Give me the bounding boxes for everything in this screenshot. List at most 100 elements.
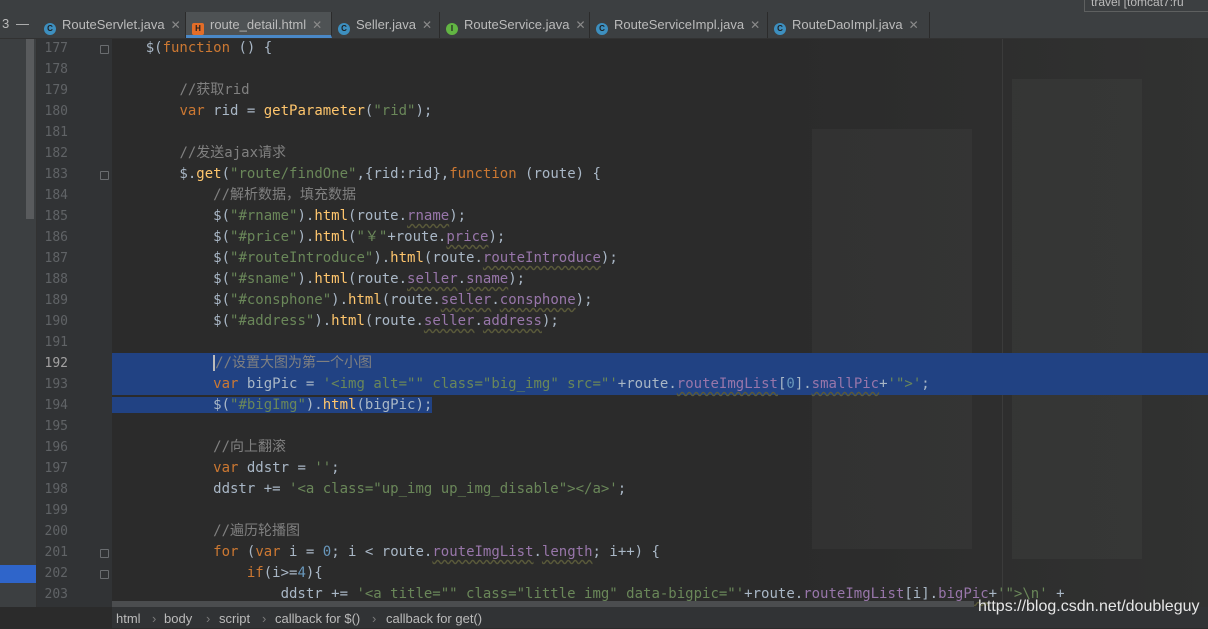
fold-icon[interactable] <box>100 45 109 54</box>
line-number: 201 <box>44 545 68 560</box>
panel-scrollbar[interactable] <box>26 39 34 219</box>
run-configuration-selector[interactable]: travel [tomcat7:ru <box>1084 0 1208 12</box>
breadcrumb-item[interactable]: callback for get() <box>386 608 482 629</box>
line-number: 184 <box>44 188 68 203</box>
tab-routeservice[interactable]: I RouteService.java ✕ <box>440 12 590 38</box>
code-line: $("#price").html("￥"+route.price); <box>112 229 506 245</box>
line-number: 199 <box>44 503 68 518</box>
tab-routeserviceimpl[interactable]: C RouteServiceImpl.java ✕ <box>590 12 768 38</box>
line-number: 188 <box>44 272 68 287</box>
code-line: var bigPic = '<img alt="" class="big_img… <box>112 374 1208 395</box>
tab-label: RouteServiceImpl.java <box>614 17 745 32</box>
hide-icon[interactable]: — <box>16 16 29 31</box>
close-icon[interactable]: ✕ <box>312 18 322 32</box>
chevron-right-icon: › <box>372 611 377 626</box>
close-icon[interactable]: ✕ <box>750 18 760 32</box>
line-number: 198 <box>44 482 68 497</box>
class-icon: C <box>338 23 350 35</box>
line-number: 185 <box>44 209 68 224</box>
line-number: 189 <box>44 293 68 308</box>
chevron-right-icon: › <box>152 611 157 626</box>
tab-routeservlet[interactable]: C RouteServlet.java ✕ <box>38 12 186 38</box>
line-number: 181 <box>44 125 68 140</box>
tab-label: Seller.java <box>356 17 416 32</box>
horizontal-scrollbar[interactable] <box>112 601 974 607</box>
code-line: $("#bigImg").html(bigPic); <box>112 397 433 413</box>
code-line: $("#routeIntroduce").html(route.routeInt… <box>112 250 618 266</box>
code-line: $("#rname").html(route.rname); <box>112 208 467 224</box>
class-icon: C <box>774 23 786 35</box>
line-number: 192 <box>44 356 68 371</box>
tab-label: route_detail.html <box>210 17 307 32</box>
breadcrumb-item[interactable]: callback for $() <box>275 608 360 629</box>
code-line: //向上翻滚 <box>213 439 287 455</box>
class-icon: C <box>44 23 56 35</box>
tab-route-detail[interactable]: Hroute_detail.html ✕ <box>186 12 332 38</box>
code-line: //设置大图为第一个小图 <box>112 353 1208 374</box>
line-number: 202 <box>44 566 68 581</box>
line-number: 187 <box>44 251 68 266</box>
line-number: 180 <box>44 104 68 119</box>
chevron-right-icon: › <box>262 611 267 626</box>
line-number: 194 <box>44 398 68 413</box>
tab-label: RouteServlet.java <box>62 17 165 32</box>
line-number: 190 <box>44 314 68 329</box>
editor-tab-bar: 3 — C RouteServlet.java ✕ Hroute_detail.ht… <box>0 12 1208 39</box>
fold-icon[interactable] <box>100 549 109 558</box>
line-number: 197 <box>44 461 68 476</box>
code-line: if(i>=4){ <box>246 565 323 581</box>
code-line: //发送ajax请求 <box>179 145 287 161</box>
code-line: $(function () { <box>112 40 273 56</box>
code-line: $.get("route/findOne",{rid:rid},function… <box>112 166 601 182</box>
code-line: //获取rid <box>179 82 250 98</box>
top-strip: travel [tomcat7:ru <box>0 0 1208 12</box>
tabbar-controls: 3 — <box>0 12 36 38</box>
line-number: 178 <box>44 62 68 77</box>
line-number: 203 <box>44 587 68 602</box>
code-line: var rid = getParameter("rid"); <box>179 103 433 119</box>
settings-icon[interactable]: 3 <box>2 16 9 31</box>
code-line: $("#consphone").html(route.seller.consph… <box>112 292 593 308</box>
code-line: $("#address").html(route.seller.address)… <box>112 313 559 329</box>
close-icon[interactable]: ✕ <box>422 18 432 32</box>
code-line: var ddstr = ''; <box>213 460 340 476</box>
line-number: 182 <box>44 146 68 161</box>
chevron-right-icon: › <box>206 611 211 626</box>
line-number: 179 <box>44 83 68 98</box>
html-file-icon: H <box>192 23 204 35</box>
tab-label: RouteDaoImpl.java <box>792 17 903 32</box>
breadcrumb-item[interactable]: html <box>116 608 141 629</box>
line-number: 191 <box>44 335 68 350</box>
breadcrumb-item[interactable]: script <box>219 608 250 629</box>
fold-icon[interactable] <box>100 570 109 579</box>
tab-routedaoimpl[interactable]: C RouteDaoImpl.java ✕ <box>768 12 930 38</box>
code-line: //遍历轮播图 <box>213 523 301 539</box>
breadcrumb-item[interactable]: body <box>164 608 192 629</box>
structure-panel-strip <box>0 39 37 607</box>
fold-icon[interactable] <box>100 171 109 180</box>
line-number: 186 <box>44 230 68 245</box>
close-icon[interactable]: ✕ <box>909 18 919 32</box>
code-editor[interactable]: $(function () { //获取rid var rid = getPar… <box>112 39 1208 607</box>
class-icon: C <box>596 23 608 35</box>
watermark: https://blog.csdn.net/doubleguy <box>978 598 1200 615</box>
line-number: 195 <box>44 419 68 434</box>
line-number: 196 <box>44 440 68 455</box>
code-line: for (var i = 0; i < route.routeImgList.l… <box>213 544 660 560</box>
line-number: 183 <box>44 167 68 182</box>
close-icon[interactable]: ✕ <box>576 18 586 32</box>
selected-item-marker <box>0 565 36 583</box>
tab-seller[interactable]: C Seller.java ✕ <box>332 12 440 38</box>
line-number: 177 <box>44 41 68 56</box>
interface-icon: I <box>446 23 458 35</box>
close-icon[interactable]: ✕ <box>171 18 181 32</box>
code-line: //解析数据，填充数据 <box>213 187 357 203</box>
tab-label: RouteService.java <box>464 17 570 32</box>
code-line: ddstr += '<a class="up_img up_img_disabl… <box>112 481 627 497</box>
line-number: 193 <box>44 377 68 392</box>
